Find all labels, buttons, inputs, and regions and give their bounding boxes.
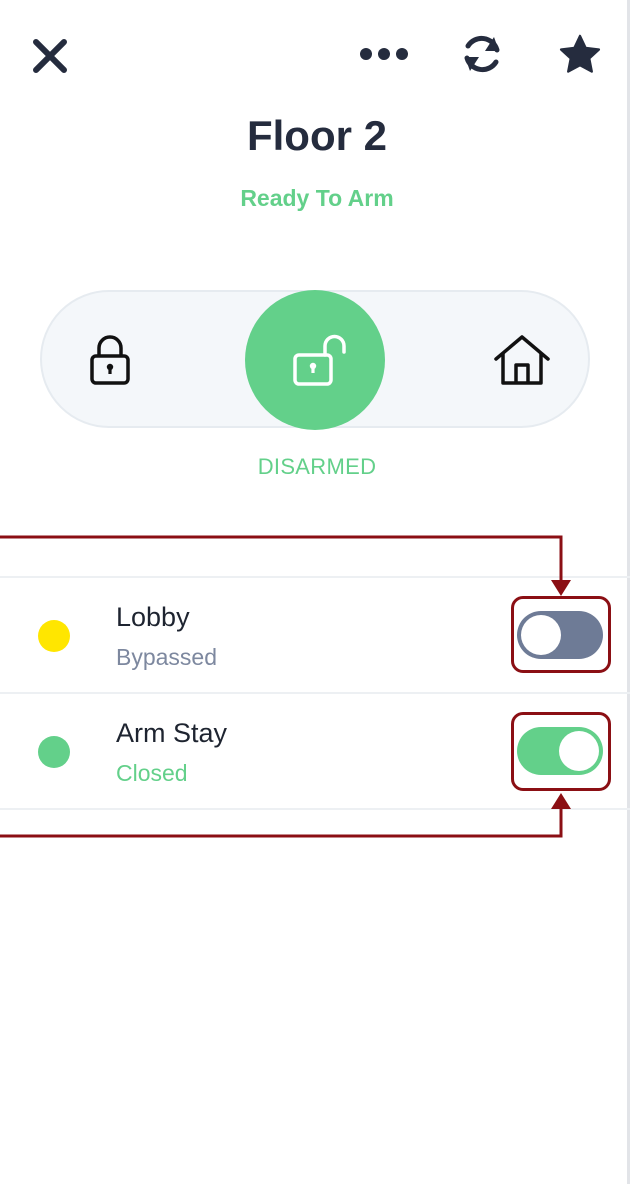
arrow-line-bottom — [0, 806, 563, 838]
arrow-line-top — [0, 535, 563, 583]
arrow-head-up — [551, 793, 571, 809]
arrow-head-down — [551, 580, 571, 596]
annotation-arrows — [0, 535, 571, 838]
